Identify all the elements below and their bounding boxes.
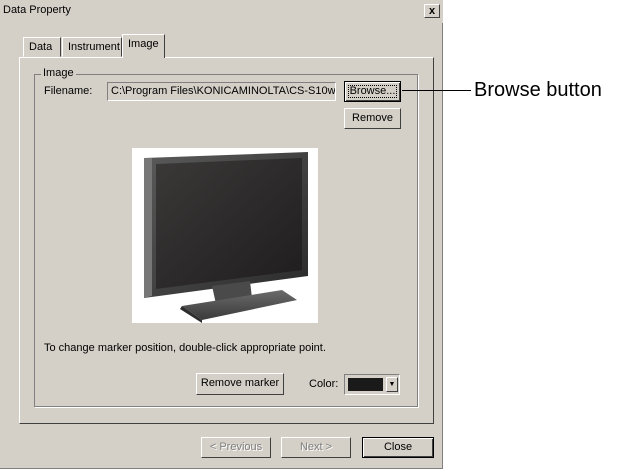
browse-button[interactable]: Browse... <box>344 81 401 102</box>
tab-instrument[interactable]: Instrument <box>62 37 122 57</box>
monitor-picture <box>144 152 308 323</box>
tab-data[interactable]: Data <box>23 37 61 57</box>
tab-instrument-label: Instrument <box>68 41 120 53</box>
image-group-legend: Image <box>41 67 76 79</box>
remove-marker-button-label: Remove marker <box>200 377 280 389</box>
close-icon: x <box>428 5 436 17</box>
monitor-image[interactable] <box>132 148 318 323</box>
color-swatch <box>348 378 383 391</box>
marker-hint-text: To change marker position, double-click … <box>44 342 326 354</box>
browse-button-callout: Browse button <box>474 79 602 101</box>
chevron-down-icon[interactable]: ▼ <box>386 377 398 392</box>
title-bar: Data Property x <box>0 0 443 23</box>
remove-button[interactable]: Remove <box>344 108 401 129</box>
filename-field: C:\Program Files\KONICAMINOLTA\CS-S10w\ <box>107 82 336 101</box>
remove-button-label: Remove <box>352 112 393 124</box>
next-button-label: Next > <box>299 441 333 453</box>
callout-line <box>402 90 471 91</box>
close-button[interactable]: Close <box>362 437 434 458</box>
tab-image[interactable]: Image <box>122 34 165 58</box>
next-button[interactable]: Next > <box>281 437 351 458</box>
color-label: Color: <box>309 378 339 390</box>
close-window-button[interactable]: x <box>424 4 440 18</box>
remove-marker-button[interactable]: Remove marker <box>196 373 284 395</box>
tab-image-label: Image <box>128 38 159 50</box>
previous-button[interactable]: < Previous <box>201 437 271 458</box>
tab-data-label: Data <box>29 41 53 53</box>
window-title: Data Property <box>3 4 71 16</box>
previous-button-label: < Previous <box>209 441 263 453</box>
data-property-dialog: Data Property x Data Instrument Image Im… <box>0 0 443 469</box>
filename-label: Filename: <box>44 85 93 97</box>
color-picker[interactable]: ▼ <box>344 374 400 395</box>
close-button-label: Close <box>383 441 413 453</box>
filename-value: C:\Program Files\KONICAMINOLTA\CS-S10w\ <box>111 85 336 97</box>
